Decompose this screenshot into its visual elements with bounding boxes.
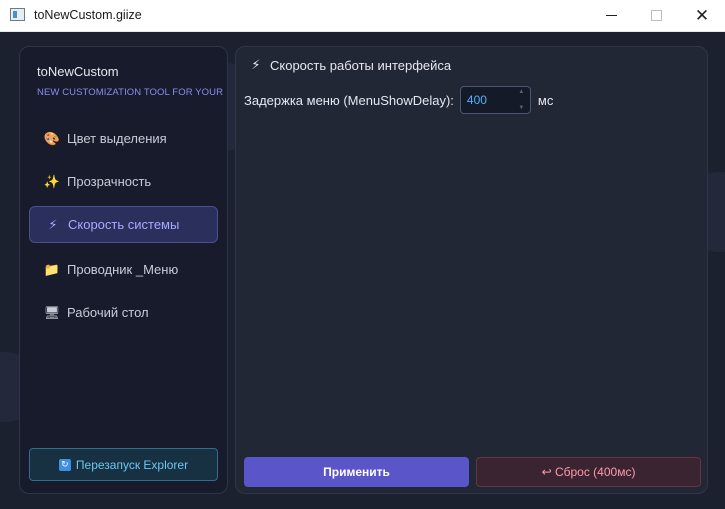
main-panel: ⚡ Скорость работы интерфейса Задержка ме… [235, 46, 708, 494]
sidebar-item-label: Прозрачность [67, 174, 152, 189]
sidebar-item-label: Скорость системы [68, 217, 180, 232]
maximize-button[interactable] [633, 0, 679, 31]
app-window-icon [10, 8, 25, 21]
sidebar-item-desktop[interactable]: 🖥 Рабочий стол [29, 294, 218, 331]
sidebar-item-explorer-menu[interactable]: 📁 Проводник _Меню [29, 251, 218, 288]
brand-name: toNewCustom [37, 64, 119, 79]
section-title: ⚡ Скорость работы интерфейса [248, 57, 451, 73]
window-title: toNewCustom.giize [34, 8, 142, 22]
close-button[interactable]: ✕ [679, 0, 725, 31]
apply-button[interactable]: Применить [244, 457, 469, 487]
minimize-button[interactable] [588, 0, 634, 31]
client-area: toNewCustom NEW CUSTOMIZATION TOOL FOR Y… [0, 32, 725, 509]
sidebar-item-label: Рабочий стол [67, 305, 149, 320]
minimize-icon [605, 15, 617, 16]
spinbox-arrows[interactable]: ▲ ▼ [515, 89, 528, 111]
menu-delay-row: Задержка меню (MenuShowDelay): 400 ▲ ▼ м… [244, 85, 553, 115]
lightning-icon: ⚡ [48, 216, 58, 232]
restart-explorer-button[interactable]: ↻ Перезапуск Explorer [29, 448, 218, 481]
sidebar-item-label: Цвет выделения [67, 131, 167, 146]
sidebar-item-highlight-color[interactable]: 🎨 Цвет выделения [29, 120, 218, 157]
sparkles-icon: ✨ [43, 173, 61, 189]
section-title-text: Скорость работы интерфейса [270, 57, 452, 73]
restart-explorer-label: Перезапуск Explorer [75, 457, 189, 472]
sidebar-item-system-speed[interactable]: ⚡ Скорость системы [29, 206, 218, 243]
menu-delay-spinbox[interactable]: 400 ▲ ▼ [459, 86, 531, 114]
app-window: toNewCustom.giize ✕ toNewCustom NEW CUST… [0, 0, 725, 509]
sidebar-item-label: Проводник _Меню [67, 262, 179, 277]
sidebar-item-transparency[interactable]: ✨ Прозрачность [29, 163, 218, 200]
reset-button[interactable]: ↩ Сброс (400мс) [476, 457, 701, 487]
chevron-down-icon[interactable]: ▼ [518, 105, 524, 111]
maximize-icon [650, 10, 662, 21]
lightning-icon: ⚡ [251, 57, 261, 72]
menu-delay-unit: мс [537, 92, 554, 108]
menu-delay-label: Задержка меню (MenuShowDelay): [244, 92, 454, 108]
title-bar[interactable]: toNewCustom.giize ✕ [0, 0, 725, 32]
brand-tagline: NEW CUSTOMIZATION TOOL FOR YOUR [37, 87, 224, 98]
close-icon: ✕ [694, 5, 710, 25]
palette-icon: 🎨 [43, 130, 61, 146]
chevron-up-icon[interactable]: ▲ [518, 89, 524, 95]
monitor-icon: 🖥 [43, 304, 61, 320]
refresh-icon: ↻ [58, 458, 71, 471]
menu-delay-value: 400 [466, 93, 487, 107]
sidebar: toNewCustom NEW CUSTOMIZATION TOOL FOR Y… [19, 46, 228, 494]
folder-icon: 📁 [43, 261, 61, 277]
